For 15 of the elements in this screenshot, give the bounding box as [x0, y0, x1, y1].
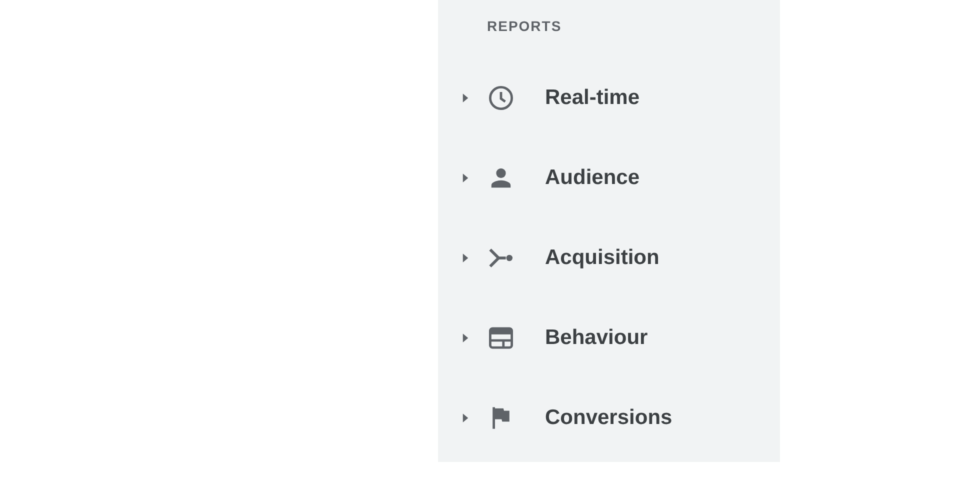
caret-icon[interactable]	[462, 413, 469, 423]
caret-icon[interactable]	[462, 333, 469, 343]
section-heading: REPORTS	[487, 18, 563, 36]
caret-icon[interactable]	[462, 173, 469, 183]
person-icon	[489, 166, 513, 190]
caret-icon[interactable]	[462, 93, 469, 103]
clock-icon	[489, 86, 513, 110]
sidebar-item[interactable]: Acquisition	[545, 246, 660, 270]
sidebar-item[interactable]: Audience	[545, 166, 640, 190]
branch-icon	[489, 246, 513, 270]
sidebar-item[interactable]: Behaviour	[545, 326, 648, 350]
caret-icon[interactable]	[462, 253, 469, 263]
window-icon	[489, 326, 513, 350]
sidebar-item[interactable]: Conversions	[545, 406, 672, 430]
sidebar-item[interactable]: Real-time	[545, 86, 640, 110]
